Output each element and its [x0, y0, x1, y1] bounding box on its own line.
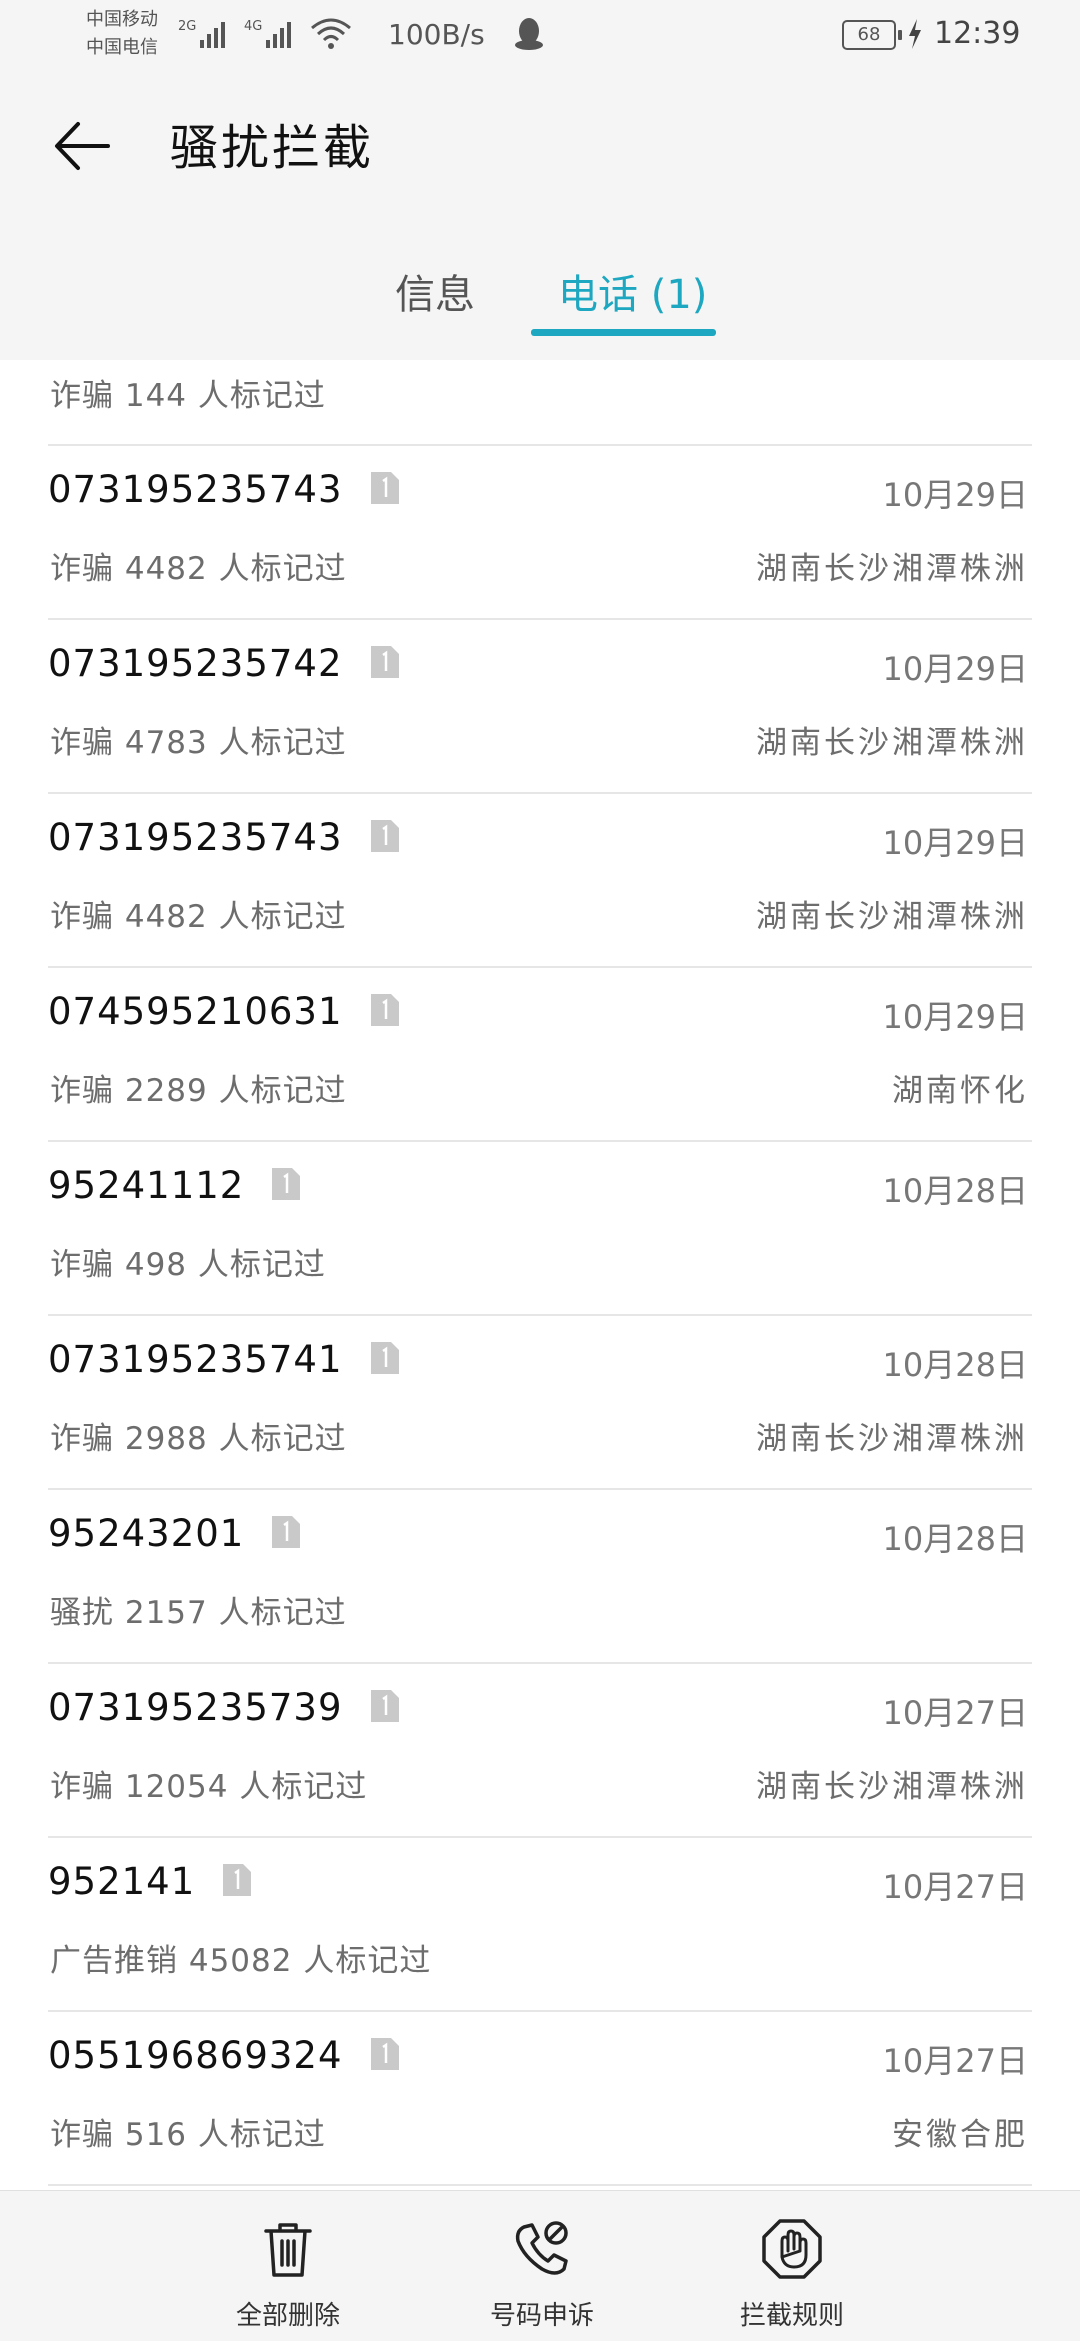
phone-number-text: 073195235739 [48, 1686, 343, 1729]
call-date: 10月28日 [882, 1346, 1028, 1384]
phone-blocked-icon [515, 2221, 568, 2275]
phone-number: 95243201 [48, 1512, 301, 1555]
list-item[interactable]: 055196869324 10月27日诈骗 516 人标记过 安徽合肥 [48, 2012, 1032, 2186]
call-date: 10月27日 [882, 1694, 1028, 1732]
call-location: 湖南怀化 [892, 1073, 1028, 1109]
call-date: 10月29日 [882, 998, 1028, 1036]
call-description: 诈骗 498 人标记过 [50, 1247, 326, 1283]
call-location: 湖南长沙湘潭株洲 [756, 551, 1028, 587]
charging-icon [909, 19, 921, 49]
list-item[interactable]: 073195235739 10月27日诈骗 12054 人标记过 湖南长沙湘潭株洲 [48, 1664, 1032, 1838]
trash-icon [264, 2223, 312, 2277]
sim-1-icon [272, 1167, 301, 1200]
net-type-2: 4G [244, 19, 262, 34]
sim-1-icon [370, 645, 399, 678]
phone-number-text: 073195235741 [48, 1338, 343, 1381]
call-date: 10月29日 [882, 650, 1028, 688]
phone-number: 95241112 [48, 1164, 301, 1207]
signal-icon: 4G [244, 19, 291, 48]
app-header: 中国移动 中国电信 2G 4G 100B/s 68 12:39 骚扰拦截 信息 … [0, 0, 1080, 360]
bottom-toolbar: 全部删除 号码申诉 拦截规则 [0, 2190, 1080, 2341]
phone-number: 074595210631 [48, 990, 399, 1033]
wifi-icon [311, 18, 351, 49]
delete-all-button[interactable]: 全部删除 [208, 2191, 368, 2341]
phone-number-text: 952141 [48, 1860, 196, 1903]
phone-number-text: 074595210631 [48, 990, 343, 1033]
call-description: 诈骗 4783 人标记过 [50, 725, 347, 761]
call-description: 骚扰 2157 人标记过 [50, 1595, 347, 1631]
call-date: 10月28日 [882, 1520, 1028, 1558]
phone-number-text: 055196869324 [48, 2034, 343, 2077]
carrier-1: 中国移动 [86, 9, 158, 30]
active-tab-indicator [531, 329, 716, 336]
list-item[interactable]: 952141 10月27日广告推销 45082 人标记过 [48, 1838, 1032, 2012]
sim-1-icon [370, 993, 399, 1026]
phone-number: 073195235741 [48, 1338, 399, 1381]
phone-number: 073195235739 [48, 1686, 399, 1729]
sim-1-icon [370, 2037, 399, 2070]
call-date: 10月27日 [882, 2042, 1028, 2080]
phone-number: 073195235743 [48, 468, 399, 511]
appeal-number-label: 号码申诉 [489, 2301, 594, 2331]
call-description: 广告推销 45082 人标记过 [50, 1943, 432, 1979]
sim-1-icon [272, 1515, 301, 1548]
call-date: 10月27日 [882, 1868, 1028, 1906]
call-description: 诈骗 4482 人标记过 [50, 899, 347, 935]
phone-number: 073195235742 [48, 642, 399, 685]
page-title: 骚扰拦截 [170, 120, 375, 176]
list-item[interactable]: 073195235741 10月28日诈骗 2988 人标记过 湖南长沙湘潭株洲 [48, 1316, 1032, 1490]
clock: 12:39 [934, 16, 1021, 51]
list-item[interactable]: 95241112 10月28日诈骗 498 人标记过 [48, 1142, 1032, 1316]
back-arrow-icon[interactable] [52, 116, 112, 176]
call-date: 10月29日 [882, 476, 1028, 514]
call-description: 诈骗 12054 人标记过 [50, 1769, 368, 1805]
phone-number: 055196869324 [48, 2034, 399, 2077]
list-item[interactable]: 95243201 10月28日骚扰 2157 人标记过 [48, 1490, 1032, 1664]
sim-1-icon [370, 471, 399, 504]
tab-messages[interactable]: 信息 [395, 262, 475, 320]
call-description: 诈骗 516 人标记过 [50, 2117, 326, 2153]
block-rules-label: 拦截规则 [739, 2301, 844, 2331]
carrier-labels: 中国移动 中国电信 [86, 6, 158, 62]
call-description: 诈骗 2289 人标记过 [50, 1073, 347, 1109]
phone-number-text: 95241112 [48, 1164, 245, 1207]
delete-all-label: 全部删除 [235, 2301, 340, 2331]
tab-calls[interactable]: 电话 (1) [558, 262, 707, 320]
phone-number: 073195235743 [48, 816, 399, 859]
signal-icon: 2G [178, 19, 225, 48]
call-location: 湖南长沙湘潭株洲 [756, 725, 1028, 761]
phone-number-text: 073195235742 [48, 642, 343, 685]
appeal-number-button[interactable]: 号码申诉 [462, 2191, 622, 2341]
call-location: 安徽合肥 [892, 2117, 1028, 2153]
list-item[interactable]: 074595210631 10月29日诈骗 2289 人标记过 湖南怀化 [48, 968, 1032, 1142]
phone-number-text: 073195235743 [48, 468, 343, 511]
status-bar: 中国移动 中国电信 2G 4G 100B/s 68 12:39 [0, 0, 1080, 72]
sim-1-icon [370, 1689, 399, 1722]
hand-stop-icon [762, 2219, 822, 2279]
phone-number: 952141 [48, 1860, 252, 1903]
call-description: 诈骗 4482 人标记过 [50, 551, 347, 587]
call-location: 湖南长沙湘潭株洲 [756, 1769, 1028, 1805]
call-description: 诈骗 144 人标记过 [50, 378, 326, 414]
call-location: 湖南长沙湘潭株洲 [756, 899, 1028, 935]
call-location: 湖南长沙湘潭株洲 [756, 1421, 1028, 1457]
battery-icon: 68 [842, 20, 902, 50]
sim-1-icon [370, 819, 399, 852]
call-date: 10月29日 [882, 824, 1028, 862]
net-speed: 100B/s [388, 18, 485, 51]
sim-1-icon [370, 1341, 399, 1374]
phone-number-text: 073195235743 [48, 816, 343, 859]
call-date: 10月28日 [882, 1172, 1028, 1210]
call-description: 诈骗 2988 人标记过 [50, 1421, 347, 1457]
net-type-1: 2G [178, 19, 196, 34]
list-item[interactable]: 诈骗 144 人标记过 [48, 360, 1032, 446]
qq-icon [515, 18, 543, 50]
carrier-2: 中国电信 [86, 37, 158, 58]
list-item[interactable]: 073195235742 10月29日诈骗 4783 人标记过 湖南长沙湘潭株洲 [48, 620, 1032, 794]
list-item[interactable]: 073195235743 10月29日诈骗 4482 人标记过 湖南长沙湘潭株洲 [48, 446, 1032, 620]
phone-number-text: 95243201 [48, 1512, 245, 1555]
list-item[interactable]: 073195235743 10月29日诈骗 4482 人标记过 湖南长沙湘潭株洲 [48, 794, 1032, 968]
block-rules-button[interactable]: 拦截规则 [712, 2191, 872, 2341]
sim-1-icon [223, 1863, 252, 1896]
